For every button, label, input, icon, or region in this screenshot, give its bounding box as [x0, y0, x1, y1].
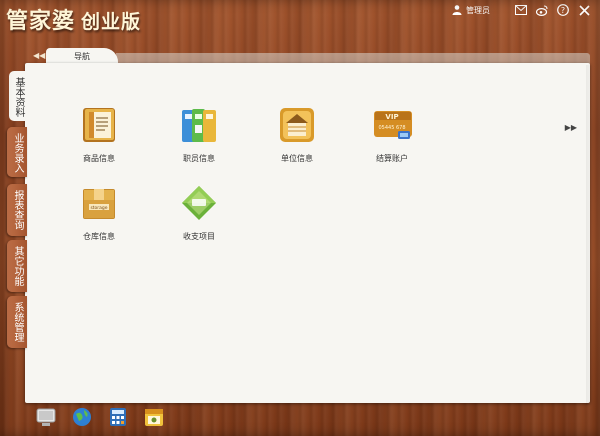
help-icon[interactable]: ?: [557, 4, 569, 16]
item-label: 商品信息: [83, 154, 115, 163]
vip-title: VIP: [385, 113, 398, 121]
side-tab-basic-data[interactable]: 基本资料: [9, 71, 27, 121]
current-user[interactable]: 管理员: [451, 4, 490, 16]
side-tab-report-query[interactable]: 报表查询: [7, 184, 27, 236]
calculator-icon[interactable]: [106, 405, 130, 429]
main-panel: ▶▶ 商品信息 职员信息 单位信息 VIP 05445 678 结算账户 sto…: [25, 63, 592, 405]
calendar-icon[interactable]: [142, 405, 166, 429]
weibo-icon[interactable]: [536, 4, 548, 16]
warehouse-info-icon: storage: [79, 183, 119, 223]
staff-info-icon: [179, 105, 219, 145]
user-icon: [451, 4, 463, 16]
income-expense-icon: [179, 183, 219, 223]
globe-icon[interactable]: [70, 405, 94, 429]
user-label: 管理员: [466, 5, 490, 15]
item-warehouse-info[interactable]: storage 仓库信息: [67, 183, 131, 242]
company-info-icon: [277, 105, 317, 145]
app-edition: 创业版: [81, 11, 142, 33]
item-settlement-account[interactable]: VIP 05445 678 结算账户: [360, 105, 424, 164]
side-tab-system-management[interactable]: 系统管理: [7, 296, 27, 348]
item-label: 结算账户: [376, 154, 408, 163]
mail-icon[interactable]: [515, 4, 527, 16]
close-icon[interactable]: [578, 4, 590, 16]
product-info-icon: [79, 105, 119, 145]
item-label: 仓库信息: [83, 232, 115, 241]
item-income-expense[interactable]: 收支项目: [167, 183, 231, 242]
item-staff-info[interactable]: 职员信息: [167, 105, 231, 164]
svg-text:?: ?: [561, 6, 565, 15]
scroll-left-icon[interactable]: ◀◀: [33, 51, 45, 60]
item-label: 收支项目: [183, 232, 215, 241]
computer-icon[interactable]: [34, 405, 58, 429]
item-label: 单位信息: [281, 154, 313, 163]
bottom-dock: [34, 405, 166, 429]
item-product-info[interactable]: 商品信息: [67, 105, 131, 164]
item-company-info[interactable]: 单位信息: [265, 105, 329, 164]
scroll-right-icon[interactable]: ▶▶: [565, 123, 577, 132]
settlement-account-icon: VIP 05445 678: [372, 105, 412, 145]
app-name: 管家婆: [6, 9, 76, 34]
storage-label: storage: [90, 205, 107, 211]
side-tab-business-entry[interactable]: 业务录入: [7, 127, 27, 177]
top-toolbar: 管理员 ?: [451, 4, 590, 16]
item-label: 职员信息: [183, 154, 215, 163]
app-title: 管家婆 创业版: [6, 3, 141, 35]
vip-number: 05445 678: [378, 125, 405, 131]
title-bar: 管家婆 创业版 管理员 ?: [0, 0, 600, 40]
side-tab-other-functions[interactable]: 其它功能: [7, 240, 27, 292]
